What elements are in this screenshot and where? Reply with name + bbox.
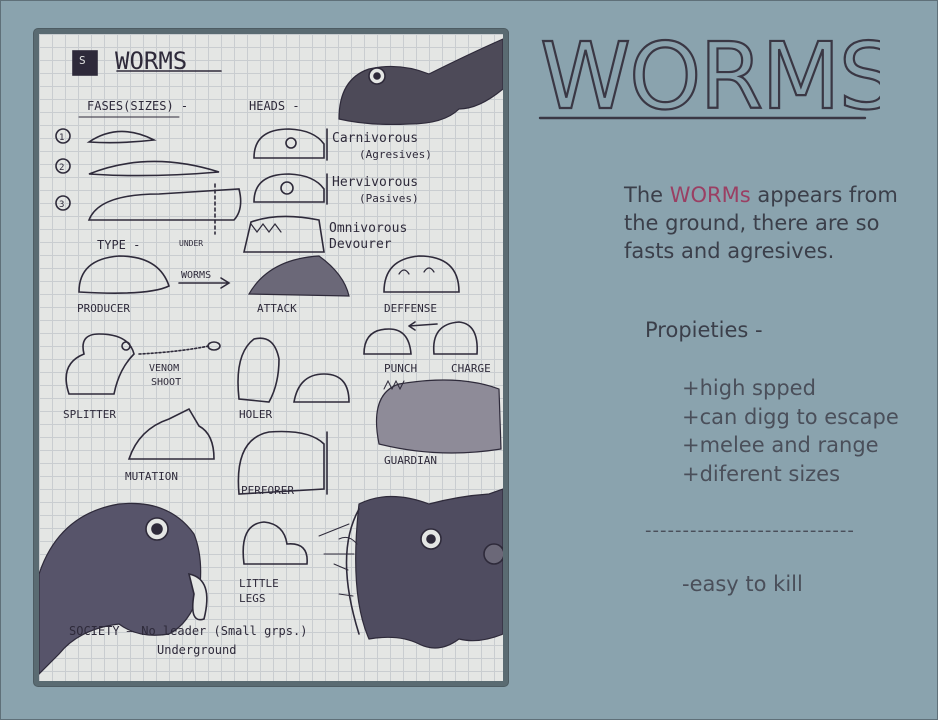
properties-list: +high spped +can digg to escape +melee a… — [682, 374, 899, 488]
property-item: +can digg to escape — [682, 404, 899, 429]
page-title-text: WORMS — [540, 23, 880, 130]
property-item: +melee and range — [682, 433, 879, 457]
sketch-punch: PUNCH — [384, 362, 417, 375]
sketch-worms-arrow-label: WORMS — [181, 270, 211, 281]
sketch-charge: CHARGE — [451, 362, 491, 375]
sketch-paper: S WORMS FASES(SIZES) - HEADS - 1 2 3 Car… — [39, 34, 503, 681]
sketch-little: LITTLE — [239, 577, 279, 590]
sketch-variant-holer: HOLER — [239, 408, 272, 421]
cons-item: -easy to kill — [682, 572, 803, 596]
sketch-size-1: 1 — [59, 133, 64, 143]
sketch-variant-splitter: SPLITTER — [63, 408, 116, 421]
sketch-society: SOCIETY — No leader (Small grps.) — [69, 624, 307, 638]
property-item: +high spped — [682, 376, 816, 400]
sketch-head-carnivorous-sub: (Agresives) — [359, 148, 432, 161]
sketch-fases-label: FASES(SIZES) - — [87, 99, 188, 113]
sketch-variant-guardian: GUARDIAN — [384, 454, 437, 467]
property-item: +diferent sizes — [682, 461, 841, 486]
sketch-drawing: S WORMS FASES(SIZES) - HEADS - 1 2 3 Car… — [39, 38, 503, 675]
sketch-under-label: UNDER — [179, 239, 203, 248]
sketch-variant-perforer: PERFORER — [241, 484, 294, 497]
description: The WORMs appears from the ground, there… — [624, 181, 924, 265]
sketch-size-2: 2 — [59, 163, 64, 173]
properties-heading: Propieties - — [645, 318, 763, 342]
sketch-head-hervivorous: Hervivorous — [332, 175, 418, 190]
sketch-image: S WORMS FASES(SIZES) - HEADS - 1 2 3 Car… — [34, 29, 508, 686]
description-prefix: The — [624, 183, 670, 207]
sketch-title: WORMS — [115, 47, 187, 75]
sketch-type-attack: ATTACK — [257, 302, 297, 315]
description-highlight: WORMs — [669, 183, 751, 207]
sketch-logo-letter: S — [79, 54, 86, 67]
sketch-type-deffense: DEFFENSE — [384, 302, 437, 315]
sketch-head-omnivorous: Omnivorous — [329, 221, 407, 236]
page-title: WORMS — [530, 12, 898, 132]
sketch-head-omnivorous-sub: Devourer — [329, 237, 392, 252]
sketch-shoot: SHOOT — [151, 377, 181, 388]
sketch-venom: VENOM — [149, 363, 179, 374]
sketch-legs: LEGS — [239, 592, 266, 605]
sketch-heads-label: HEADS - — [249, 99, 300, 113]
sketch-variant-mutation: MUTATION — [125, 470, 178, 483]
divider: ---------------------------- — [645, 520, 855, 541]
sketch-underground: Underground — [157, 643, 236, 657]
sketch-size-3: 3 — [59, 200, 64, 210]
sketch-head-carnivorous: Carnivorous — [332, 131, 418, 146]
sketch-type-producer: PRODUCER — [77, 302, 130, 315]
sketch-type-label: TYPE - — [97, 238, 140, 252]
sketch-head-hervivorous-sub: (Pasives) — [359, 192, 419, 205]
